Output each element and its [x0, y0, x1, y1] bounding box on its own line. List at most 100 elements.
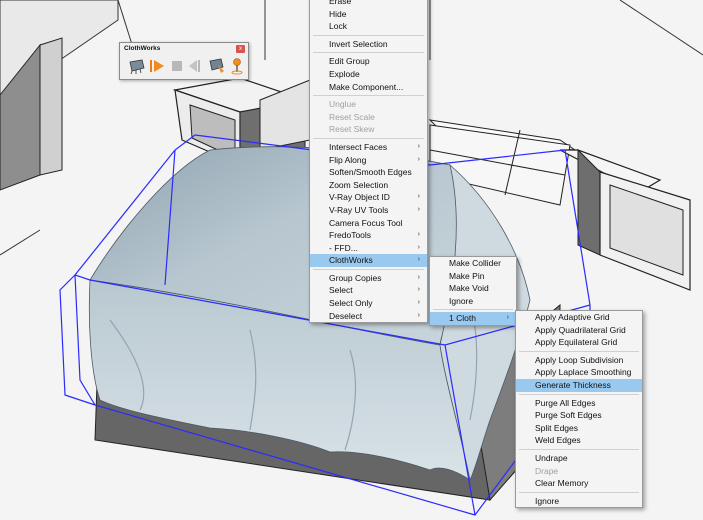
menu-item-label: Lock	[329, 21, 347, 32]
cloth-item-apply-loop-subdivision[interactable]: Apply Loop Subdivision	[516, 354, 642, 367]
chevron-right-icon: ›	[417, 286, 420, 294]
play-icon[interactable]	[148, 57, 166, 75]
context-menu-item-explode[interactable]: Explode	[310, 68, 427, 81]
context-menu-item-reset-scale: Reset Scale	[310, 111, 427, 124]
menu-item-label: Apply Equilateral Grid	[535, 337, 618, 348]
toolbar-close-button[interactable]: x	[236, 45, 245, 53]
clothworks-item-ignore[interactable]: Ignore	[430, 295, 516, 308]
menu-separator	[313, 137, 424, 139]
context-menu-item-fredotools[interactable]: FredoTools ›	[310, 229, 427, 242]
context-menu-item-erase[interactable]: Erase	[310, 0, 427, 8]
context-menu-item-v-ray-uv-tools[interactable]: V-Ray UV Tools ›	[310, 204, 427, 217]
drape-icon[interactable]	[208, 57, 226, 75]
context-menu-item-select[interactable]: Select ›	[310, 284, 427, 297]
menu-item-label: Ignore	[449, 295, 474, 306]
context-menu-item-camera-focus-tool[interactable]: Camera Focus Tool	[310, 217, 427, 230]
cloth-item-clear-memory[interactable]: Clear Memory	[516, 477, 642, 490]
context-menu-item-ffd[interactable]: - FFD... ›	[310, 242, 427, 255]
menu-item-label: Purge All Edges	[535, 397, 596, 408]
cloth-item-generate-thickness[interactable]: Generate Thickness	[516, 378, 642, 392]
context-menu-item-group-copies[interactable]: Group Copies ›	[310, 272, 427, 285]
context-menu-item-hide[interactable]: Hide	[310, 8, 427, 21]
context-menu-item-clothworks[interactable]: ClothWorks ›	[310, 254, 427, 267]
menu-item-label: Explode	[329, 68, 360, 79]
chevron-right-icon: ›	[417, 231, 420, 239]
menu-separator	[433, 309, 513, 311]
menu-item-label: V-Ray Object ID	[329, 192, 390, 203]
menu-separator	[519, 491, 639, 493]
cloth-item-apply-adaptive-grid[interactable]: Apply Adaptive Grid	[516, 311, 642, 324]
pin-icon[interactable]	[228, 57, 246, 75]
menu-item-label: Apply Laplace Smoothing	[535, 367, 632, 378]
context-menu-item-v-ray-object-id[interactable]: V-Ray Object ID ›	[310, 191, 427, 204]
context-menu-item-flip-along[interactable]: Flip Along ›	[310, 154, 427, 167]
clothworks-toolbar[interactable]: ClothWorks x	[119, 42, 249, 80]
menu-item-label: Apply Quadrilateral Grid	[535, 324, 626, 335]
context-menu-item-edit-group[interactable]: Edit Group	[310, 55, 427, 68]
menu-separator	[519, 393, 639, 395]
cloth-submenu[interactable]: Apply Adaptive Grid Apply Quadrilateral G…	[515, 310, 643, 509]
clothworks-item-make-collider[interactable]: Make Collider	[430, 257, 516, 270]
menu-item-label: Select	[329, 285, 353, 296]
cloth-item-purge-soft-edges[interactable]: Purge Soft Edges	[516, 409, 642, 422]
context-menu-item-lock[interactable]: Lock	[310, 20, 427, 33]
toolbar-icons	[126, 57, 244, 77]
chevron-right-icon: ›	[417, 193, 420, 201]
menu-item-label: Hide	[329, 8, 347, 19]
menu-item-label: Reset Scale	[329, 111, 375, 122]
context-menu-item-deselect[interactable]: Deselect ›	[310, 310, 427, 323]
context-menu[interactable]: Erase Hide Lock Invert Selection Edit Group E…	[309, 0, 428, 324]
chevron-right-icon: ›	[506, 314, 509, 322]
cloth-item-purge-all-edges[interactable]: Purge All Edges	[516, 397, 642, 410]
menu-item-label: Edit Group	[329, 56, 370, 67]
menu-separator	[313, 34, 424, 36]
menu-item-label: Intersect Faces	[329, 141, 388, 152]
menu-item-label: Undrape	[535, 452, 568, 463]
cloth-item-split-edges[interactable]: Split Edges	[516, 422, 642, 435]
menu-separator	[313, 52, 424, 54]
context-menu-item-unglue: Unglue	[310, 98, 427, 111]
sketchup-viewport[interactable]: ClothWorks x Erase Hide Lock Invert Select	[0, 0, 703, 520]
menu-item-label: - FFD...	[329, 242, 358, 253]
toolbar-title: ClothWorks	[124, 45, 161, 52]
menu-item-label: Flip Along	[329, 154, 367, 165]
cloth-item-weld-edges[interactable]: Weld Edges	[516, 434, 642, 447]
cloth-item-ignore[interactable]: Ignore	[516, 495, 642, 508]
clothworks-submenu[interactable]: Make Collider Make Pin Make Void Ignore 1 Cl…	[429, 256, 517, 326]
menu-item-label: V-Ray UV Tools	[329, 204, 389, 215]
cloth-item-apply-equilateral-grid[interactable]: Apply Equilateral Grid	[516, 336, 642, 349]
context-menu-item-make-component[interactable]: Make Component...	[310, 81, 427, 94]
menu-item-label: Deselect	[329, 310, 363, 321]
clothworks-item-make-void[interactable]: Make Void	[430, 282, 516, 295]
chevron-right-icon: ›	[417, 299, 420, 307]
cloth-item-undrape[interactable]: Undrape	[516, 452, 642, 465]
menu-item-label: Apply Adaptive Grid	[535, 312, 610, 322]
context-menu-item-select-only[interactable]: Select Only ›	[310, 297, 427, 310]
reset-icon[interactable]	[186, 57, 204, 75]
menu-item-label: Select Only	[329, 298, 373, 309]
cloth-icon[interactable]	[128, 57, 146, 75]
cloth-item-apply-quadrilateral-grid[interactable]: Apply Quadrilateral Grid	[516, 324, 642, 337]
chevron-right-icon: ›	[417, 256, 420, 264]
context-menu-item-invert-selection[interactable]: Invert Selection	[310, 38, 427, 51]
menu-separator	[519, 350, 639, 352]
cloth-item-apply-laplace-smoothing[interactable]: Apply Laplace Smoothing	[516, 366, 642, 379]
clothworks-item-1-cloth[interactable]: 1 Cloth ›	[430, 312, 516, 325]
cloth-item-drape: Drape	[516, 465, 642, 478]
left-pillar-face	[39, 37, 63, 176]
context-menu-item-zoom-selection[interactable]: Zoom Selection	[310, 179, 427, 192]
menu-item-label: Invert Selection	[329, 38, 388, 49]
context-menu-item-soften-smooth-edges[interactable]: Soften/Smooth Edges	[310, 166, 427, 179]
clothworks-item-make-pin[interactable]: Make Pin	[430, 270, 516, 283]
menu-item-label: Ignore	[535, 495, 560, 506]
menu-item-label: ClothWorks	[329, 255, 373, 266]
menu-separator	[313, 95, 424, 97]
menu-item-label: Unglue	[329, 99, 356, 110]
stop-icon[interactable]	[168, 57, 186, 75]
menu-item-label: Erase	[329, 0, 352, 6]
context-menu-item-intersect-faces[interactable]: Intersect Faces ›	[310, 141, 427, 154]
menu-item-label: Purge Soft Edges	[535, 410, 602, 421]
menu-item-label: Make Pin	[449, 270, 485, 281]
chevron-right-icon: ›	[417, 311, 420, 319]
menu-item-label: Split Edges	[535, 422, 578, 433]
